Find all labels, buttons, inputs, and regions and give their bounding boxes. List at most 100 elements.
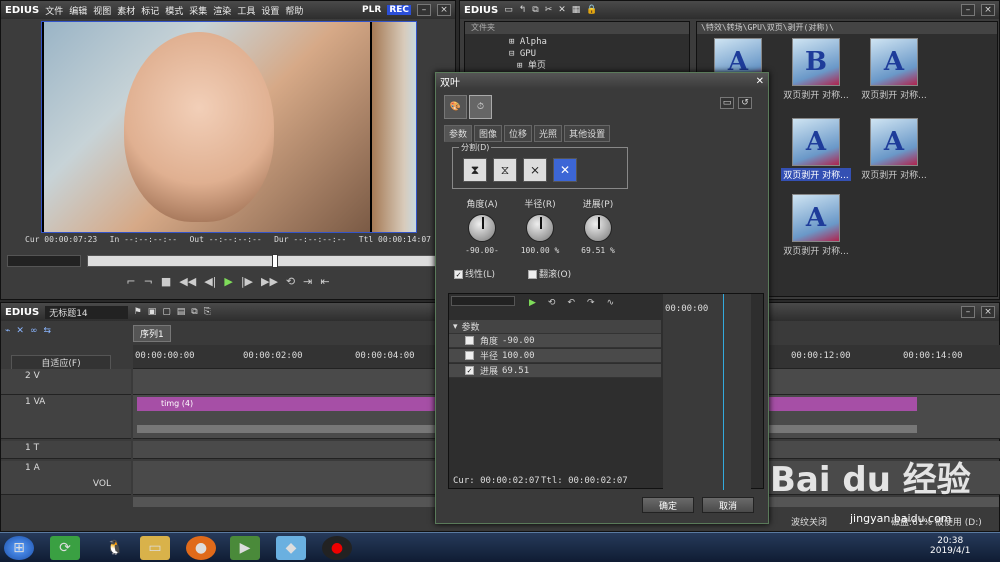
bin-minimize-icon[interactable]: – <box>961 4 975 16</box>
tab-shift[interactable]: 位移 <box>504 125 533 142</box>
preset-icon[interactable]: ▭ <box>720 97 734 109</box>
checkbox-box[interactable] <box>528 270 537 279</box>
tree-item-gpu[interactable]: ⊟ GPU <box>509 48 689 60</box>
linear-checkbox[interactable]: ✓ 线性(L) <box>454 267 495 280</box>
menu-help[interactable]: 帮助 <box>285 7 303 17</box>
effect-thumb[interactable]: A 双页剥开 对称... <box>781 194 851 264</box>
firefox-icon[interactable]: ● <box>186 536 216 560</box>
cut-icon[interactable]: ✂ <box>545 5 553 15</box>
copy-icon[interactable]: ⧉ <box>191 307 197 317</box>
tab-lighting[interactable]: 光照 <box>534 125 563 142</box>
kf-graph-icon[interactable]: ∿ <box>607 298 615 308</box>
knob-dial-icon[interactable] <box>526 214 554 242</box>
stopwatch-icon[interactable]: ⏱ <box>469 95 492 119</box>
menu-clip[interactable]: 素材 <box>117 7 135 17</box>
add-clip-icon[interactable]: ⧉ <box>532 5 538 15</box>
kf-row-value[interactable]: 100.00 <box>502 351 535 361</box>
effect-thumb[interactable]: A 双页剥开 对称... <box>859 118 929 188</box>
effect-thumb-selected[interactable]: A 双页剥开 对称... <box>781 118 851 188</box>
menu-render[interactable]: 渲染 <box>213 7 231 17</box>
clock[interactable]: 20:38 2019/4/1 <box>930 536 970 556</box>
tab-sequence[interactable]: 序列1 <box>133 325 171 342</box>
set-in-icon[interactable]: ⌐ <box>126 275 135 288</box>
split-diagonal-icon[interactable]: ⨯ <box>523 158 547 182</box>
effect-thumb[interactable]: A 双页剥开 对称... <box>859 38 929 108</box>
kf-loop-icon[interactable]: ⟲ <box>548 298 556 308</box>
check-icon[interactable]: ✓ <box>454 270 463 279</box>
flip-checkbox[interactable]: 翻滚(O) <box>528 267 571 280</box>
tab-other[interactable]: 其他设置 <box>564 125 611 142</box>
ok-button[interactable]: 确定 <box>642 497 694 513</box>
link-icon[interactable]: ∞ <box>30 326 38 336</box>
menu-mode[interactable]: 模式 <box>165 7 183 17</box>
insert-icon[interactable]: ⇥ <box>303 275 312 288</box>
position-slider[interactable] <box>87 254 453 268</box>
record-icon[interactable]: ● <box>322 536 352 560</box>
stop-icon[interactable]: ■ <box>161 275 171 288</box>
new-icon[interactable]: ▢ <box>162 307 171 317</box>
start-icon[interactable]: ⊞ <box>4 536 34 560</box>
split-vertical-icon[interactable]: ⧖ <box>493 158 517 182</box>
step-back-icon[interactable]: ◀| <box>204 275 216 288</box>
kf-play-icon[interactable]: ▶ <box>529 298 536 308</box>
rewind-icon[interactable]: ◀◀ <box>179 275 196 288</box>
tree-item-alpha[interactable]: ⊞ Alpha <box>509 36 689 48</box>
reset-icon[interactable]: ↺ <box>738 97 752 109</box>
delete-icon[interactable]: ✕ <box>558 5 566 15</box>
kf-redo-icon[interactable]: ↷ <box>587 298 595 308</box>
step-forward-icon[interactable]: |▶ <box>241 275 253 288</box>
kf-row-progress[interactable]: ✓ 进展 69.51 <box>449 364 661 378</box>
set-out-icon[interactable]: ¬ <box>144 275 153 288</box>
view-icon[interactable]: ▦ <box>572 5 581 15</box>
plr-label[interactable]: PLR <box>362 5 381 15</box>
toolbar-icon[interactable]: ⚑ <box>134 307 142 317</box>
menu-file[interactable]: 文件 <box>45 7 63 17</box>
minimize-icon[interactable]: – <box>417 4 431 16</box>
kf-row-params[interactable]: ▾ 参数 <box>449 320 661 334</box>
menu-tools[interactable]: 工具 <box>237 7 255 17</box>
keyframe-graph[interactable]: 00:00:00 <box>663 294 751 490</box>
checkbox-box[interactable] <box>465 336 474 345</box>
bin-close-icon[interactable]: × <box>981 4 995 16</box>
kf-row-angle[interactable]: 角度 -90.00 <box>449 334 661 348</box>
knob-radius[interactable]: 半径(R) 100.00 % <box>520 197 560 255</box>
save-icon[interactable]: ▤ <box>177 307 186 317</box>
tree-item-single[interactable]: ⊞ 单页 <box>509 60 689 72</box>
edius-taskbar-icon[interactable]: ▶ <box>230 536 260 560</box>
effect-thumb[interactable]: B 双页剥开 对称... <box>781 38 851 108</box>
menu-marker[interactable]: 标记 <box>141 7 159 17</box>
overwrite-icon[interactable]: ⇤ <box>320 275 329 288</box>
qq-icon[interactable]: 🐧 <box>100 536 130 560</box>
app-blue-icon[interactable]: ◆ <box>276 536 306 560</box>
menu-view[interactable]: 视图 <box>93 7 111 17</box>
kf-slider[interactable] <box>451 296 515 306</box>
loop-icon[interactable]: ⟲ <box>286 275 295 288</box>
position-handle[interactable] <box>272 254 278 268</box>
menu-settings[interactable]: 设置 <box>261 7 279 17</box>
checkbox-box[interactable] <box>465 351 474 360</box>
track-head-1va[interactable]: 1 VA <box>1 395 131 439</box>
timeline-mode[interactable]: 自适应(F) <box>11 355 111 370</box>
check-icon[interactable]: ✓ <box>465 366 474 375</box>
knob-dial-icon[interactable] <box>584 214 612 242</box>
folder-icon[interactable]: ▭ <box>504 5 513 15</box>
timeline-minimize-icon[interactable]: – <box>961 306 975 318</box>
track-head-1a[interactable]: 1 A VOL <box>1 461 131 495</box>
kf-row-radius[interactable]: 半径 100.00 <box>449 349 661 363</box>
knob-angle[interactable]: 角度(A) -90.00- <box>462 197 502 255</box>
close-icon[interactable]: × <box>437 4 451 16</box>
track-head-2v[interactable]: 2 V <box>1 369 131 395</box>
tab-params[interactable]: 参数 <box>444 125 473 142</box>
jog-slider[interactable] <box>7 255 81 267</box>
track-head-1t[interactable]: 1 T <box>1 441 131 459</box>
fast-forward-icon[interactable]: ▶▶ <box>261 275 278 288</box>
ripple-icon[interactable]: ⇆ <box>43 326 51 336</box>
palette-icon[interactable]: 🎨 <box>444 95 467 119</box>
kf-row-value[interactable]: 69.51 <box>502 366 529 376</box>
rec-label[interactable]: REC <box>387 5 411 15</box>
split-horizontal-icon[interactable]: ⧗ <box>463 158 487 182</box>
snap-icon[interactable]: ✕ <box>16 326 24 336</box>
knob-progress[interactable]: 进展(P) 69.51 % <box>578 197 618 255</box>
up-folder-icon[interactable]: ↰ <box>519 5 527 15</box>
lock-icon[interactable]: 🔒 <box>586 5 597 15</box>
